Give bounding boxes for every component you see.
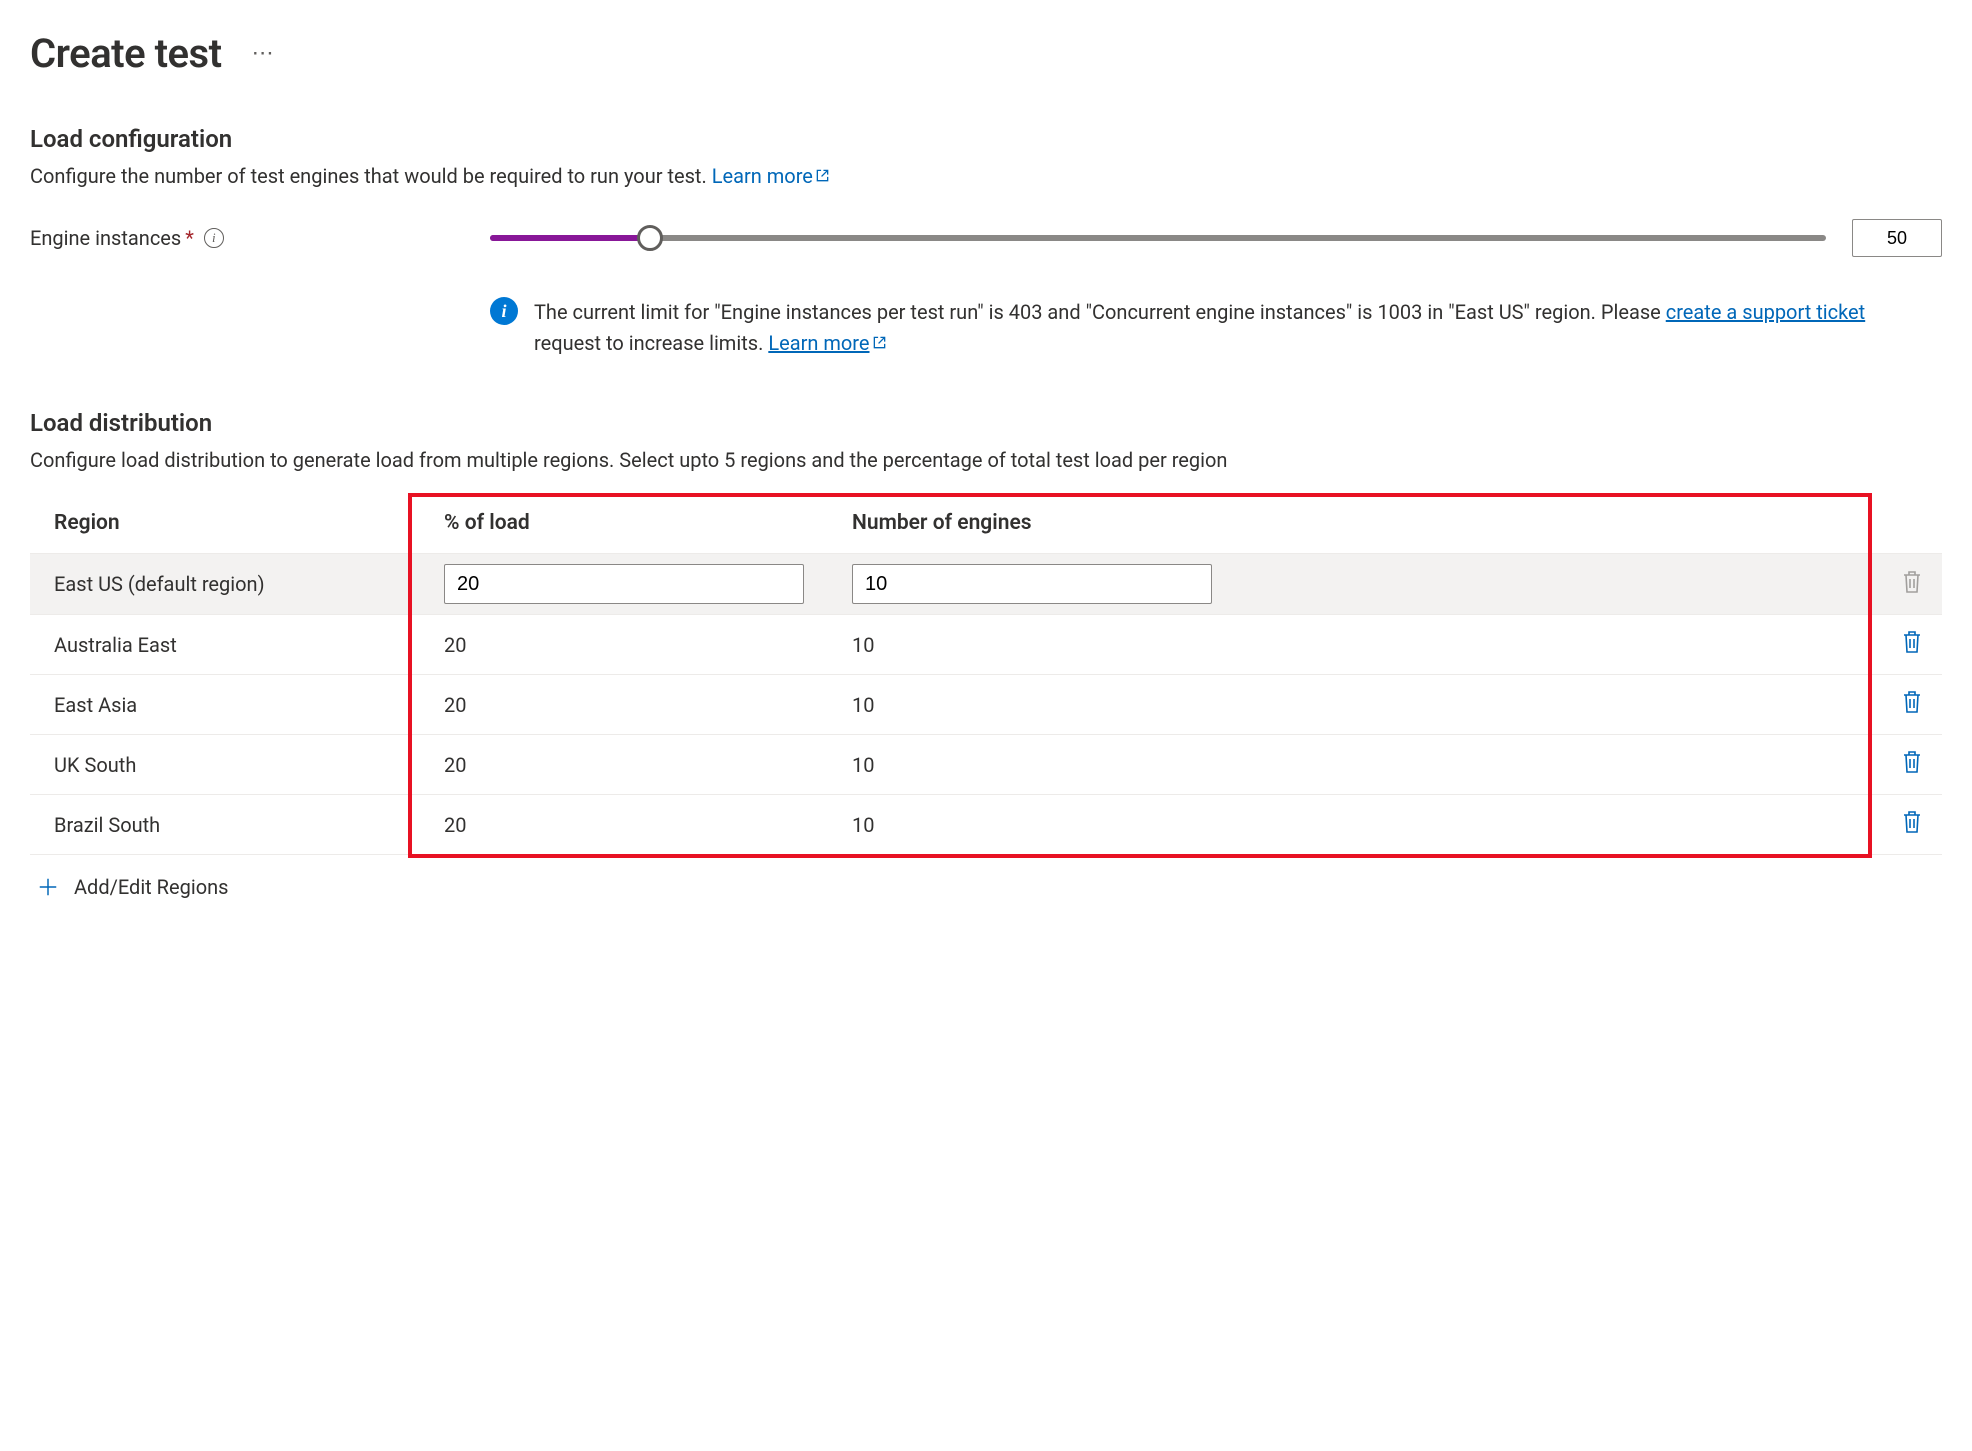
learn-more-link[interactable]: Learn more (712, 164, 830, 188)
engine-instances-label: Engine instances * i (30, 226, 490, 250)
engines-cell: 10 (828, 615, 1876, 675)
info-icon[interactable]: i (204, 228, 224, 248)
delete-region-button[interactable] (1900, 689, 1924, 715)
column-header-load: % of load (420, 493, 828, 554)
external-link-icon (815, 161, 830, 191)
plus-icon (36, 875, 60, 899)
load-config-title: Load configuration (30, 125, 1942, 153)
load-cell: 20 (420, 735, 828, 795)
load-distribution-table: Region % of load Number of engines East … (30, 493, 1942, 854)
learn-more-limits-link[interactable]: Learn more (768, 331, 886, 355)
delete-cell (1876, 735, 1942, 795)
create-support-ticket-link[interactable]: create a support ticket (1666, 300, 1865, 324)
column-header-region: Region (30, 493, 420, 554)
engine-instances-slider[interactable] (490, 224, 1826, 252)
slider-thumb[interactable] (637, 225, 663, 251)
learn-more-limits-label: Learn more (768, 331, 869, 355)
delete-cell (1876, 615, 1942, 675)
delete-region-button[interactable] (1900, 629, 1924, 655)
delete-cell (1876, 795, 1942, 855)
table-row: Brazil South2010 (30, 795, 1942, 855)
table-row: UK South2010 (30, 735, 1942, 795)
region-cell: Brazil South (30, 795, 420, 855)
delete-cell (1876, 675, 1942, 735)
load-distribution-title: Load distribution (30, 409, 1942, 437)
load-config-description-text: Configure the number of test engines tha… (30, 164, 707, 188)
engines-cell: 10 (828, 735, 1876, 795)
load-cell: 20 (420, 615, 828, 675)
more-actions-icon[interactable]: ⋯ (252, 41, 276, 66)
page-title: Create test (30, 30, 222, 77)
load-distribution-description: Configure load distribution to generate … (30, 445, 1942, 475)
table-row: Australia East2010 (30, 615, 1942, 675)
required-indicator: * (185, 226, 194, 250)
engines-count-input[interactable] (852, 564, 1212, 604)
external-link-icon (872, 328, 887, 359)
load-cell: 20 (420, 795, 828, 855)
region-cell: East US (default region) (30, 554, 420, 615)
engine-instances-input[interactable] (1852, 219, 1942, 257)
engine-limit-info: The current limit for "Engine instances … (534, 297, 1942, 359)
load-config-description: Configure the number of test engines tha… (30, 161, 1942, 191)
column-header-engines: Number of engines (828, 493, 1876, 554)
delete-cell (1876, 554, 1942, 615)
add-edit-regions-button[interactable]: Add/Edit Regions (30, 854, 1942, 905)
load-cell (420, 554, 828, 615)
slider-fill (490, 235, 650, 241)
delete-region-button[interactable] (1900, 809, 1924, 835)
info-icon: i (490, 297, 518, 325)
load-percent-input[interactable] (444, 564, 804, 604)
delete-region-button[interactable] (1900, 749, 1924, 775)
engines-cell: 10 (828, 795, 1876, 855)
engines-cell: 10 (828, 675, 1876, 735)
engine-instances-label-text: Engine instances (30, 226, 181, 250)
slider-track (490, 235, 1826, 241)
add-edit-regions-label: Add/Edit Regions (74, 875, 228, 899)
engines-cell (828, 554, 1876, 615)
info-text-part1: The current limit for "Engine instances … (534, 300, 1666, 324)
learn-more-label: Learn more (712, 164, 813, 188)
region-cell: Australia East (30, 615, 420, 675)
info-text-part2: request to increase limits. (534, 331, 768, 355)
table-row: East US (default region) (30, 554, 1942, 615)
table-row: East Asia2010 (30, 675, 1942, 735)
delete-region-button (1900, 569, 1924, 595)
load-cell: 20 (420, 675, 828, 735)
region-cell: East Asia (30, 675, 420, 735)
region-cell: UK South (30, 735, 420, 795)
